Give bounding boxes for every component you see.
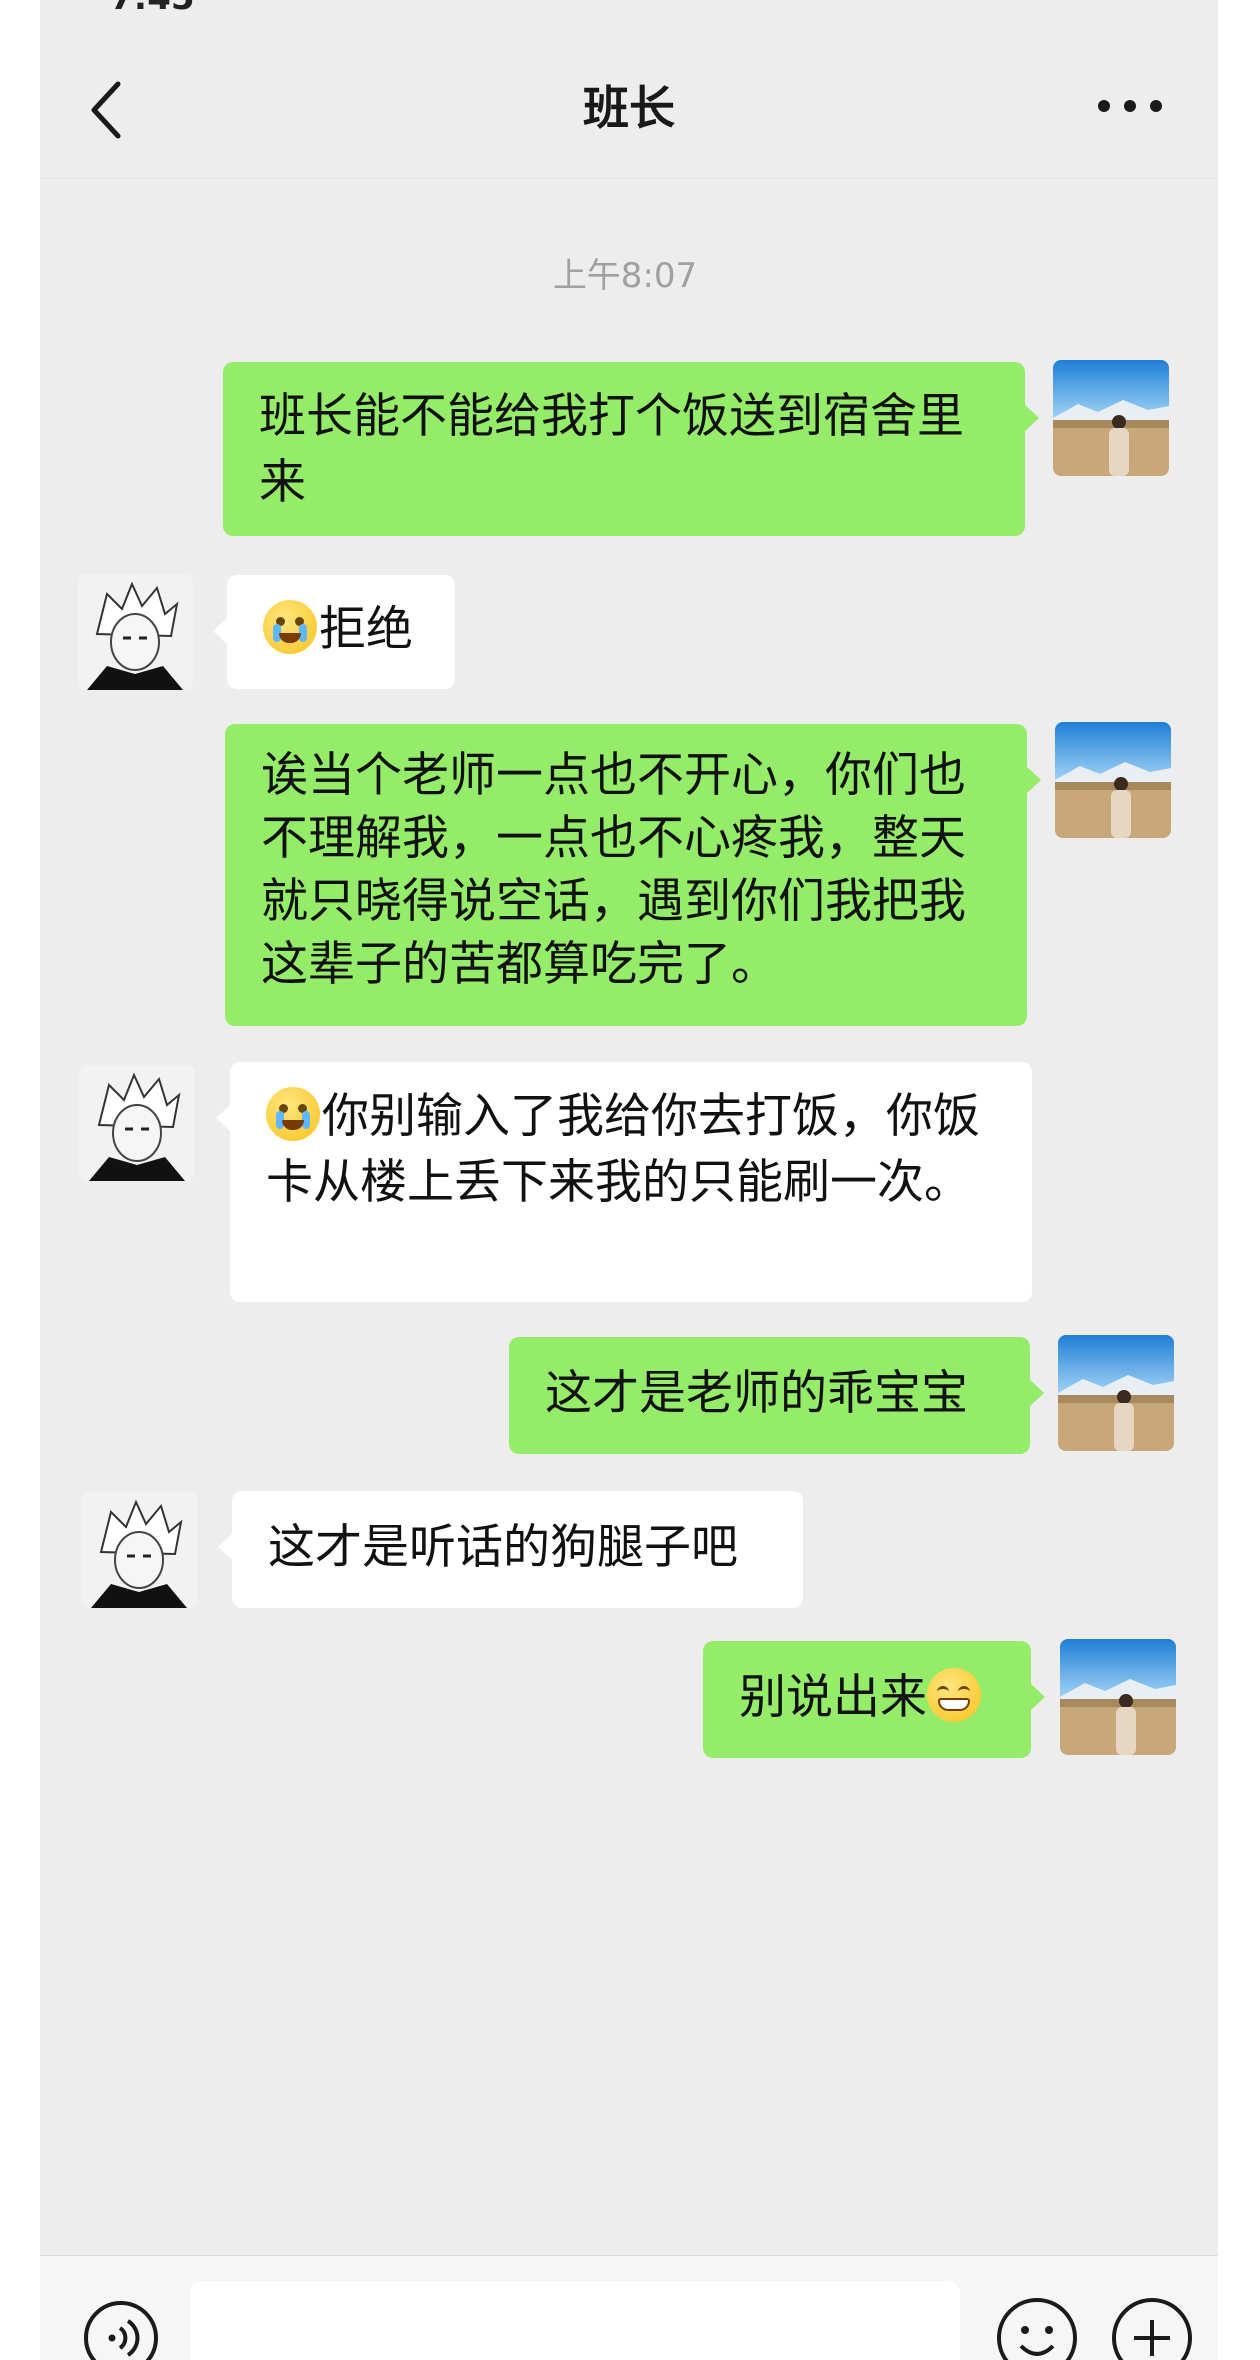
landscape-avatar-image: [1058, 1335, 1174, 1451]
page-title: 班长: [583, 81, 675, 135]
anime-avatar-image: [81, 1492, 197, 1608]
landscape-avatar-image: [1060, 1639, 1176, 1755]
more-button[interactable]: [1090, 88, 1170, 124]
message-input[interactable]: [190, 2281, 960, 2360]
message-text: 你别输入了我给你去打饭，你饭卡从楼上丢下来我的只能刷一次。: [266, 1089, 980, 1210]
crying-face-emoji: [266, 1087, 320, 1141]
crying-face-emoji: [263, 600, 317, 654]
message-bubble-sent[interactable]: 别说出来: [703, 1641, 1045, 1758]
message-bubble-received[interactable]: 你别输入了我给你去打饭，你饭卡从楼上丢下来我的只能刷一次。: [216, 1062, 1032, 1302]
voice-button[interactable]: [82, 2299, 160, 2360]
message-text: 拒绝: [319, 602, 413, 657]
message-bubble-received[interactable]: 拒绝: [213, 575, 455, 689]
message-bubble-sent[interactable]: 这才是老师的乖宝宝: [509, 1337, 1044, 1454]
grinning-face-emoji: [927, 1668, 981, 1722]
emoji-icon: [997, 2298, 1077, 2360]
anime-avatar-image: [77, 574, 193, 690]
input-bar: [40, 2255, 1218, 2360]
nav-bar: 班长: [40, 0, 1218, 179]
my-avatar[interactable]: [1060, 1639, 1176, 1755]
anime-avatar-image: [79, 1065, 195, 1181]
my-avatar[interactable]: [1058, 1335, 1174, 1451]
my-avatar[interactable]: [1055, 722, 1171, 838]
contact-avatar[interactable]: [81, 1492, 197, 1608]
my-avatar[interactable]: [1053, 360, 1169, 476]
message-text: 班长能不能给我打个饭送到宿舍里来: [259, 389, 964, 510]
message-text: 别说出来: [739, 1670, 927, 1725]
plus-button[interactable]: [1110, 2296, 1194, 2360]
contact-avatar[interactable]: [79, 1065, 195, 1181]
message-text: 这才是听话的狗腿子吧: [268, 1520, 738, 1575]
message-text: 诶当个老师一点也不开心，你们也不理解我，一点也不心疼我，整天就只晓得说空话，遇到…: [261, 748, 966, 992]
message-timestamp: 上午8:07: [552, 256, 698, 296]
landscape-avatar-image: [1053, 360, 1169, 476]
chat-screen: 7:45 班长 上午8:07 班长能不能给我打个饭送到宿舍里来: [40, 0, 1218, 2360]
message-bubble-sent[interactable]: 班长能不能给我打个饭送到宿舍里来: [223, 362, 1039, 536]
more-dots-icon: [1098, 100, 1162, 112]
message-bubble-sent[interactable]: 诶当个老师一点也不开心，你们也不理解我，一点也不心疼我，整天就只晓得说空话，遇到…: [225, 724, 1041, 1026]
emoji-button[interactable]: [995, 2296, 1079, 2360]
plus-icon: [1112, 2298, 1192, 2360]
message-text: 这才是老师的乖宝宝: [545, 1366, 968, 1421]
message-bubble-received[interactable]: 这才是听话的狗腿子吧: [218, 1491, 803, 1608]
contact-avatar[interactable]: [77, 574, 193, 690]
voice-icon: [84, 2301, 158, 2360]
landscape-avatar-image: [1055, 722, 1171, 838]
